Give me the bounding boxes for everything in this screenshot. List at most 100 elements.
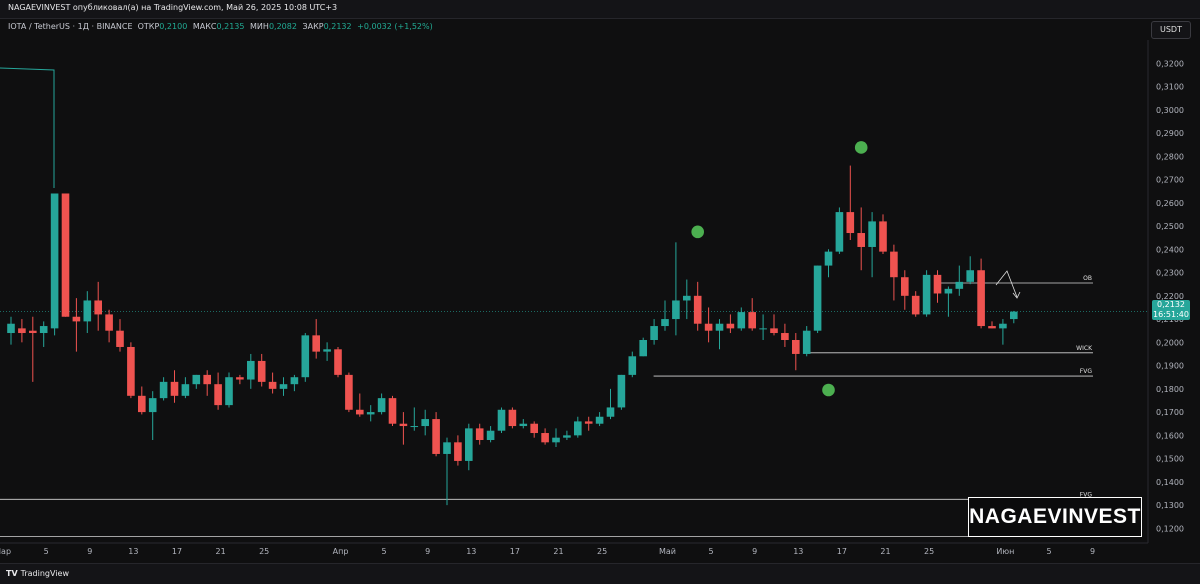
- candle-body: [944, 288, 953, 294]
- candle-body: [148, 398, 157, 413]
- candle-body: [552, 437, 560, 443]
- candle-body: [661, 319, 669, 327]
- candle-body: [366, 412, 375, 415]
- x-tick-label: 17: [510, 547, 520, 556]
- price-chart[interactable]: 0,1200 0,1300 0,1400 0,1500 0,1600 0,1700 0,18…: [0, 0, 1200, 563]
- x-tick-label: 25: [597, 547, 607, 556]
- candle-body: [955, 281, 964, 289]
- currency-button[interactable]: USDT: [1151, 21, 1191, 39]
- x-tick-label: Мар: [0, 547, 11, 556]
- candle-body: [312, 335, 320, 352]
- candle-body: [454, 442, 462, 461]
- x-tick-label: 13: [793, 547, 803, 556]
- tradingview-logo-icon: TV: [6, 569, 18, 578]
- candle-body: [225, 377, 233, 406]
- y-tick-label: 0,2600: [1156, 199, 1184, 208]
- x-tick-label: 17: [172, 547, 182, 556]
- candle-body: [519, 423, 528, 427]
- y-tick-label: 0,2800: [1156, 152, 1184, 161]
- y-tick-label: 0,2000: [1156, 338, 1184, 347]
- candle-body: [715, 323, 724, 331]
- x-tick-label: 9: [425, 547, 430, 556]
- candle-body: [704, 323, 713, 331]
- candle-body: [584, 421, 593, 424]
- candle-body: [617, 374, 626, 408]
- candle-body: [879, 221, 887, 252]
- zone-label: OB: [1083, 275, 1092, 282]
- candle-body: [737, 312, 746, 329]
- candle-body: [650, 326, 658, 340]
- swing-marker: [854, 141, 868, 154]
- candle-body: [72, 316, 81, 322]
- author-watermark: NAGAEVINVEST: [968, 497, 1142, 537]
- x-tick-label: 25: [924, 547, 934, 556]
- candle-body: [1010, 311, 1018, 320]
- candle-body: [726, 323, 735, 329]
- zone-label: WICK: [1076, 345, 1093, 352]
- candle-body: [922, 274, 931, 315]
- candle-body: [18, 328, 26, 334]
- y-tick-label: 0,1600: [1156, 431, 1184, 440]
- candle-body: [475, 428, 484, 440]
- candle-body: [257, 360, 266, 382]
- candle-body: [61, 193, 70, 317]
- candle-body: [83, 300, 92, 322]
- swing-marker: [822, 383, 835, 397]
- candle-body: [802, 330, 811, 354]
- candle-body: [497, 409, 506, 431]
- candle-body: [116, 330, 124, 347]
- tradingview-logo[interactable]: TV TradingView: [6, 569, 69, 578]
- candle-body: [759, 328, 767, 330]
- x-tick-label: 5: [709, 547, 714, 556]
- candle-body: [541, 433, 549, 443]
- x-tick-label: 9: [87, 547, 92, 556]
- x-tick-label: 21: [216, 547, 226, 556]
- candle-body: [857, 233, 865, 247]
- candle-body: [966, 270, 974, 282]
- y-tick-label: 0,1800: [1156, 385, 1184, 394]
- candle-body: [933, 274, 942, 294]
- y-tick-label: 0,1300: [1156, 501, 1184, 510]
- current-price-tag: 0,2132 16:51:40: [1152, 300, 1190, 320]
- candle-body: [301, 335, 310, 378]
- candle-body: [443, 442, 451, 454]
- candle-body: [595, 416, 604, 424]
- candle-body: [508, 409, 517, 427]
- candle-body: [672, 300, 680, 320]
- candle-body: [29, 330, 37, 334]
- candle-body: [127, 346, 135, 396]
- candle-body: [486, 430, 495, 440]
- candle-body: [432, 419, 440, 454]
- candle-body: [290, 377, 299, 385]
- candle-body: [399, 423, 408, 427]
- candle-body: [748, 312, 756, 329]
- candle-body: [203, 374, 211, 385]
- x-tick-label: 5: [382, 547, 387, 556]
- x-tick-label: 9: [1090, 547, 1095, 556]
- candle-body: [999, 323, 1007, 329]
- y-tick-label: 0,1900: [1156, 362, 1184, 371]
- candle-body: [247, 360, 255, 380]
- x-tick-label: 9: [752, 547, 757, 556]
- candle-body: [214, 384, 222, 406]
- candle-body: [911, 295, 920, 315]
- prior-close-line: [0, 67, 55, 188]
- x-tick-label: Май: [659, 547, 676, 556]
- swing-marker: [691, 225, 704, 239]
- candle-body: [824, 251, 833, 266]
- candle-body: [563, 435, 571, 438]
- bar-timer: 16:51:40: [1153, 310, 1189, 319]
- candle-body: [574, 421, 582, 436]
- candle-body: [846, 212, 855, 234]
- candle-body: [901, 277, 909, 296]
- y-tick-label: 0,1200: [1156, 524, 1184, 533]
- y-tick-label: 0,3100: [1156, 83, 1184, 92]
- current-price-label: 0,2132: [1157, 300, 1185, 309]
- x-tick-label: Июн: [996, 547, 1014, 556]
- projection-path: [995, 270, 1018, 298]
- candle-body: [236, 377, 244, 380]
- y-tick-label: 0,1400: [1156, 478, 1184, 487]
- y-tick-label: 0,2700: [1156, 176, 1184, 185]
- candle-body: [138, 395, 146, 413]
- x-tick-label: 21: [880, 547, 890, 556]
